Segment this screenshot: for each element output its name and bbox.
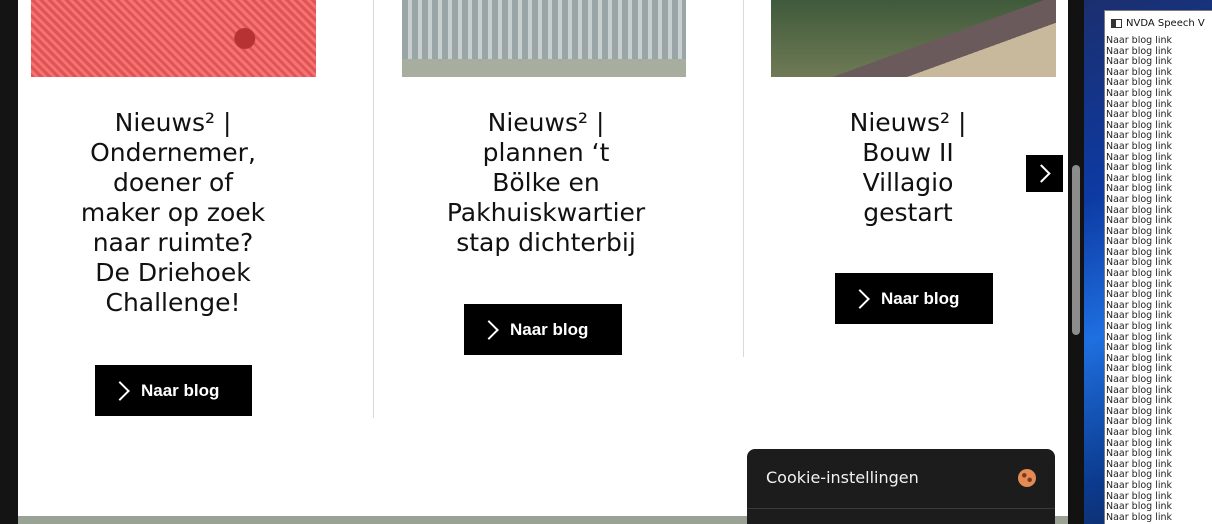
cookie-panel-divider (747, 508, 1055, 509)
title-line: doener of (112, 168, 234, 197)
cookie-settings-panel[interactable]: Cookie-instellingen (747, 449, 1055, 524)
web-page: Nieuws² | Ondernemer, doener of maker op… (18, 0, 1068, 524)
nvda-log-line: Naar blog link (1106, 511, 1173, 523)
card-title-bolke[interactable]: Nieuws² | plannen ‘t Bölke en Pakhuiskwa… (421, 108, 671, 258)
title-line: maker op zoek (80, 198, 266, 227)
carousel-next-button[interactable] (1026, 155, 1063, 192)
nvda-log-line: Naar blog link (1106, 87, 1173, 99)
nvda-speech-log[interactable]: Naar blog link Naar blog link Naar blog li… (1105, 36, 1212, 524)
title-line: Ondernemer, (90, 138, 256, 167)
title-line: Nieuws² | (487, 108, 605, 137)
cookie-icon[interactable] (1018, 469, 1036, 487)
card-image-driehoek[interactable] (31, 0, 316, 77)
title-line: Bouw II (862, 138, 954, 167)
title-line: De Driehoek (95, 258, 251, 287)
title-line: Bölke en (492, 168, 600, 197)
button-label: Naar blog (141, 380, 220, 400)
card-title-villagio[interactable]: Nieuws² | Bouw II Villagio gestart (818, 108, 998, 228)
read-blog-button[interactable]: Naar blog (95, 365, 252, 416)
column-divider (373, 0, 374, 418)
card-title-driehoek[interactable]: Nieuws² | Ondernemer, doener of maker op… (53, 108, 293, 318)
card-image-villagio[interactable] (771, 0, 1056, 77)
cookie-settings-title[interactable]: Cookie-instellingen (766, 468, 919, 487)
button-label: Naar blog (510, 319, 589, 339)
title-line: naar ruimte? (92, 228, 254, 257)
nvda-log-line: Naar blog link (1106, 374, 1173, 385)
nvda-window-title: NVDA Speech V (1126, 18, 1205, 29)
nvda-log-line: Naar blog link (1106, 36, 1173, 46)
chevron-right-icon (110, 380, 130, 401)
nvda-log-line: Naar blog link (1106, 140, 1173, 152)
scrollbar-thumb[interactable] (1072, 165, 1080, 335)
title-line: gestart (863, 198, 953, 227)
title-line: Challenge! (105, 288, 241, 317)
column-divider (743, 0, 744, 357)
nvda-log-line: Naar blog link (1106, 426, 1173, 438)
button-label: Naar blog (881, 288, 960, 308)
chevron-right-icon (850, 288, 870, 309)
title-line: Nieuws² | (849, 108, 967, 137)
title-line: Pakhuiskwartier (446, 198, 646, 227)
read-blog-button[interactable]: Naar blog (835, 273, 993, 324)
title-line: Villagio (862, 168, 954, 197)
card-image-bolke[interactable] (402, 0, 686, 77)
title-line: Nieuws² | (114, 108, 232, 137)
browser-left-edge (0, 0, 18, 524)
nvda-speech-viewer-window[interactable]: NVDA Speech V Naar blog link Naar blog li… (1104, 10, 1212, 524)
nvda-title-bar[interactable]: NVDA Speech V (1105, 11, 1212, 36)
chevron-right-icon (479, 319, 499, 340)
title-line: stap dichterbij (456, 228, 636, 257)
window-icon (1111, 19, 1122, 28)
read-blog-button[interactable]: Naar blog (464, 304, 622, 355)
nvda-log-line: Naar blog link (1106, 479, 1173, 491)
title-line: plannen ‘t (482, 138, 610, 167)
nvda-log-line: Naar blog link (1106, 193, 1173, 205)
